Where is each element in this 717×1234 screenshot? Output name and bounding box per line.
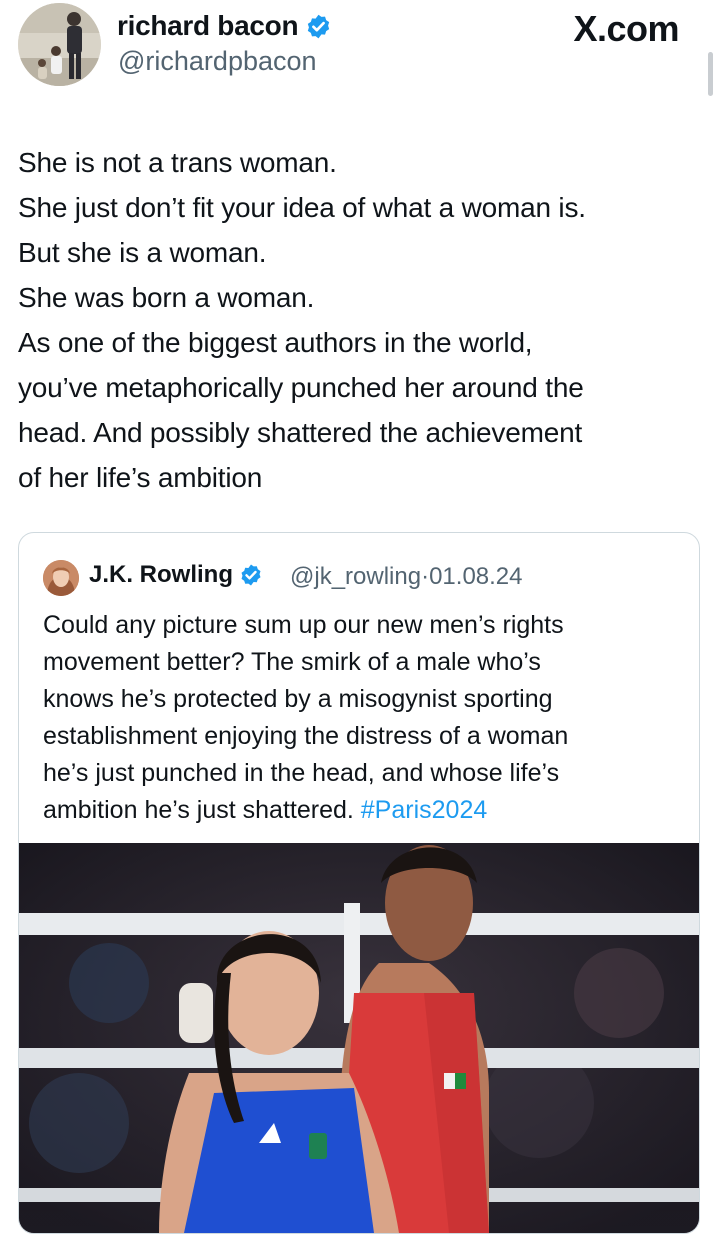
tweet-line: head. And possibly shattered the achieve… [18, 417, 583, 448]
quoted-tweet-card[interactable]: J.K. Rowling @jk_rowling·01.08.24 Could … [18, 532, 700, 1234]
quoted-author-handle[interactable]: @jk_rowling [290, 563, 421, 590]
verified-badge-icon [239, 563, 263, 587]
author-avatar[interactable] [18, 3, 101, 86]
meta-separator: · [421, 563, 430, 590]
quoted-date[interactable]: 01.08.24 [429, 563, 522, 590]
quoted-line: Could any picture sum up our new men’s r… [43, 611, 564, 639]
tweet-line: She was born a woman. [18, 282, 315, 313]
author-avatar-image [18, 3, 101, 86]
quoted-line: knows he’s protected by a misogynist spo… [43, 685, 553, 713]
quoted-line: he’s just punched in the head, and whose… [43, 759, 560, 787]
tweet-line: you’ve metaphorically punched her around… [18, 372, 584, 403]
quoted-line: establishment enjoying the distress of a… [43, 722, 569, 750]
quoted-author-name-row[interactable]: J.K. Rowling [89, 561, 263, 589]
tweet-line: She is not a trans woman. [18, 147, 337, 178]
quoted-author-name[interactable]: J.K. Rowling [89, 561, 233, 589]
author-handle[interactable]: @richardpbacon [118, 46, 317, 77]
tweet-text: She is not a trans woman. She just don’t… [18, 140, 708, 500]
scroll-indicator [708, 52, 713, 96]
tweet-line: of her life’s ambition [18, 462, 263, 493]
author-name-row[interactable]: richard bacon [117, 10, 332, 42]
quoted-line: movement better? The smirk of a male who… [43, 648, 541, 676]
verified-badge-icon [305, 13, 332, 40]
quoted-author-avatar-image [43, 560, 79, 596]
quoted-line-last: ambition he’s just shattered. #Paris2024 [43, 792, 693, 829]
tweet-line: As one of the biggest authors in the wor… [18, 327, 533, 358]
x-logo: X.com [573, 8, 679, 49]
hashtag-link[interactable]: #Paris2024 [361, 796, 487, 824]
tweet-header: richard bacon @richardpbacon X.com [0, 0, 717, 100]
quoted-line: ambition he’s just shattered. [43, 796, 354, 824]
boxing-photo [19, 843, 699, 1233]
quoted-tweet-text: Could any picture sum up our new men’s r… [43, 607, 693, 829]
quoted-author-avatar[interactable] [43, 560, 79, 596]
tweet-line: But she is a woman. [18, 237, 267, 268]
tweet-line: She just don’t fit your idea of what a w… [18, 192, 586, 223]
author-name[interactable]: richard bacon [117, 10, 299, 42]
quoted-tweet-photo[interactable] [19, 843, 699, 1233]
quoted-meta: @jk_rowling·01.08.24 [290, 563, 523, 591]
